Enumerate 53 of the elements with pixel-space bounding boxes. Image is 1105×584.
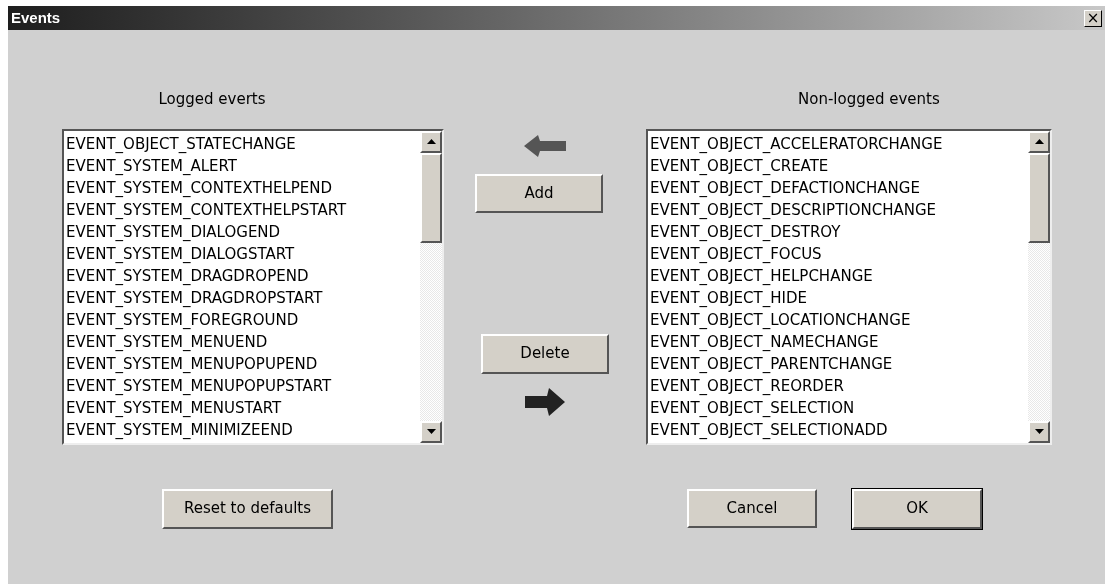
list-item[interactable]: EVENT_OBJECT_SELECTION [650,396,1028,419]
list-item[interactable]: EVENT_OBJECT_SELECTIONADD [650,418,1028,441]
list-item[interactable]: EVENT_SYSTEM_DIALOGSTART [66,242,420,265]
list-item[interactable]: EVENT_SYSTEM_DRAGDROPSTART [66,286,420,309]
list-item[interactable]: EVENT_OBJECT_DESTROY [650,220,1028,243]
list-item[interactable]: EVENT_SYSTEM_DRAGDROPEND [66,264,420,287]
ok-button[interactable]: OK [852,488,982,529]
event-list[interactable] [646,128,1052,445]
reset-button[interactable]: Reset to defaults [162,488,333,529]
list-item[interactable]: EVENT_OBJECT_PARENTCHANGE [650,352,1028,375]
scroll-down-button[interactable] [1028,420,1050,443]
list-item[interactable]: EVENT_OBJECT_STATECHANGE [66,132,420,155]
list-item[interactable]: EVENT_SYSTEM_CONTEXTHELPSTART [66,198,420,221]
list-item[interactable]: EVENT_OBJECT_LOCATIONCHANGE [650,308,1028,331]
cancel-button[interactable]: Cancel [687,488,817,528]
list-item[interactable]: EVENT_SYSTEM_MENUPOPUPSTART [66,374,420,397]
delete-button[interactable]: Delete [481,333,609,374]
scroll-up-button[interactable] [1028,130,1050,153]
down-arrow-icon [426,429,436,434]
list-item[interactable]: EVENT_OBJECT_ACCELERATORCHANGE [650,132,1028,155]
list-heading: Logged everts [158,89,266,110]
list-item[interactable]: EVENT_SYSTEM_MINIMIZEEND [66,418,420,441]
list-item[interactable]: EVENT_OBJECT_HIDE [650,286,1028,309]
close-button[interactable]: × [1084,9,1102,27]
scrollbar[interactable] [1028,130,1050,443]
event-list[interactable] [62,128,444,445]
list-item[interactable]: EVENT_SYSTEM_MENUSTART [66,396,420,419]
list-item[interactable]: EVENT_OBJECT_FOCUS [650,242,1028,265]
list-item[interactable]: EVENT_OBJECT_REORDER [650,374,1028,397]
list-item[interactable]: EVENT_OBJECT_CREATE [650,154,1028,177]
scrollbar[interactable] [420,130,442,443]
list-item[interactable]: EVENT_OBJECT_DESCRIPTIONCHANGE [650,198,1028,221]
list-item[interactable]: EVENT_SYSTEM_MENUEND [66,330,420,353]
list-item[interactable]: EVENT_OBJECT_DEFACTIONCHANGE [650,176,1028,199]
up-arrow-icon [426,139,436,144]
list-item[interactable]: EVENT_SYSTEM_DIALOGEND [66,220,420,243]
left-arrow-icon [522,132,568,159]
list-heading: Non-logged events [798,89,940,110]
scroll-thumb[interactable] [420,152,442,243]
list-item[interactable]: EVENT_SYSTEM_MENUPOPUPEND [66,352,420,375]
down-arrow-icon [1034,429,1044,434]
list-item[interactable]: EVENT_OBJECT_HELPCHANGE [650,264,1028,287]
scroll-up-button[interactable] [420,130,442,153]
list-item[interactable]: EVENT_OBJECT_NAMECHANGE [650,330,1028,353]
window-title: Events [11,7,61,28]
list-item[interactable]: EVENT_SYSTEM_ALERT [66,154,420,177]
scroll-down-button[interactable] [420,420,442,443]
list-item[interactable]: EVENT_SYSTEM_CONTEXTHELPEND [66,176,420,199]
right-arrow-icon [523,385,567,418]
scroll-thumb[interactable] [1028,152,1050,243]
up-arrow-icon [1034,139,1044,144]
add-button[interactable]: Add [475,173,603,213]
list-item[interactable]: EVENT_SYSTEM_FOREGROUND [66,308,420,331]
